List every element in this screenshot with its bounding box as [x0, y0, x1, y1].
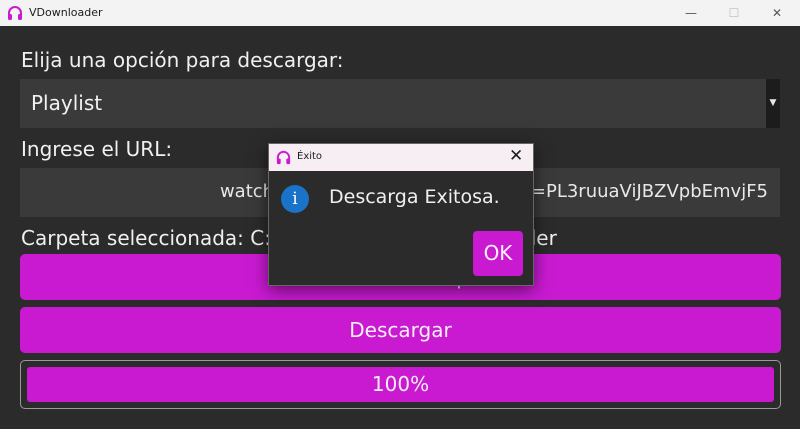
chevron-down-icon[interactable]: ▼ — [766, 79, 780, 128]
url-label: Ingrese el URL: — [21, 137, 173, 161]
download-option-dropdown[interactable]: Playlist ▼ — [20, 79, 780, 128]
success-dialog: Éxito ✕ i Descarga Exitosa. OK — [268, 143, 534, 286]
dialog-close-button[interactable]: ✕ — [509, 146, 523, 166]
dropdown-selected-value: Playlist — [31, 91, 103, 115]
info-icon: i — [281, 185, 309, 213]
ok-button[interactable]: OK — [473, 231, 523, 276]
headphones-icon — [8, 6, 22, 20]
headphones-icon — [276, 150, 291, 165]
progress-bar: 100% — [20, 360, 781, 409]
download-button[interactable]: Descargar — [20, 307, 781, 353]
window-title: VDownloader — [29, 6, 103, 19]
close-button[interactable]: ✕ — [754, 0, 800, 26]
window-titlebar: VDownloader — ☐ ✕ — [0, 0, 800, 26]
option-label: Elija una opción para descargar: — [21, 48, 344, 72]
progress-text: 100% — [371, 372, 430, 396]
dialog-title: Éxito — [297, 151, 323, 162]
maximize-button[interactable]: ☐ — [711, 0, 757, 26]
minimize-button[interactable]: — — [668, 0, 714, 26]
dialog-message: Descarga Exitosa. — [329, 186, 500, 208]
dialog-titlebar: Éxito ✕ — [269, 144, 533, 171]
